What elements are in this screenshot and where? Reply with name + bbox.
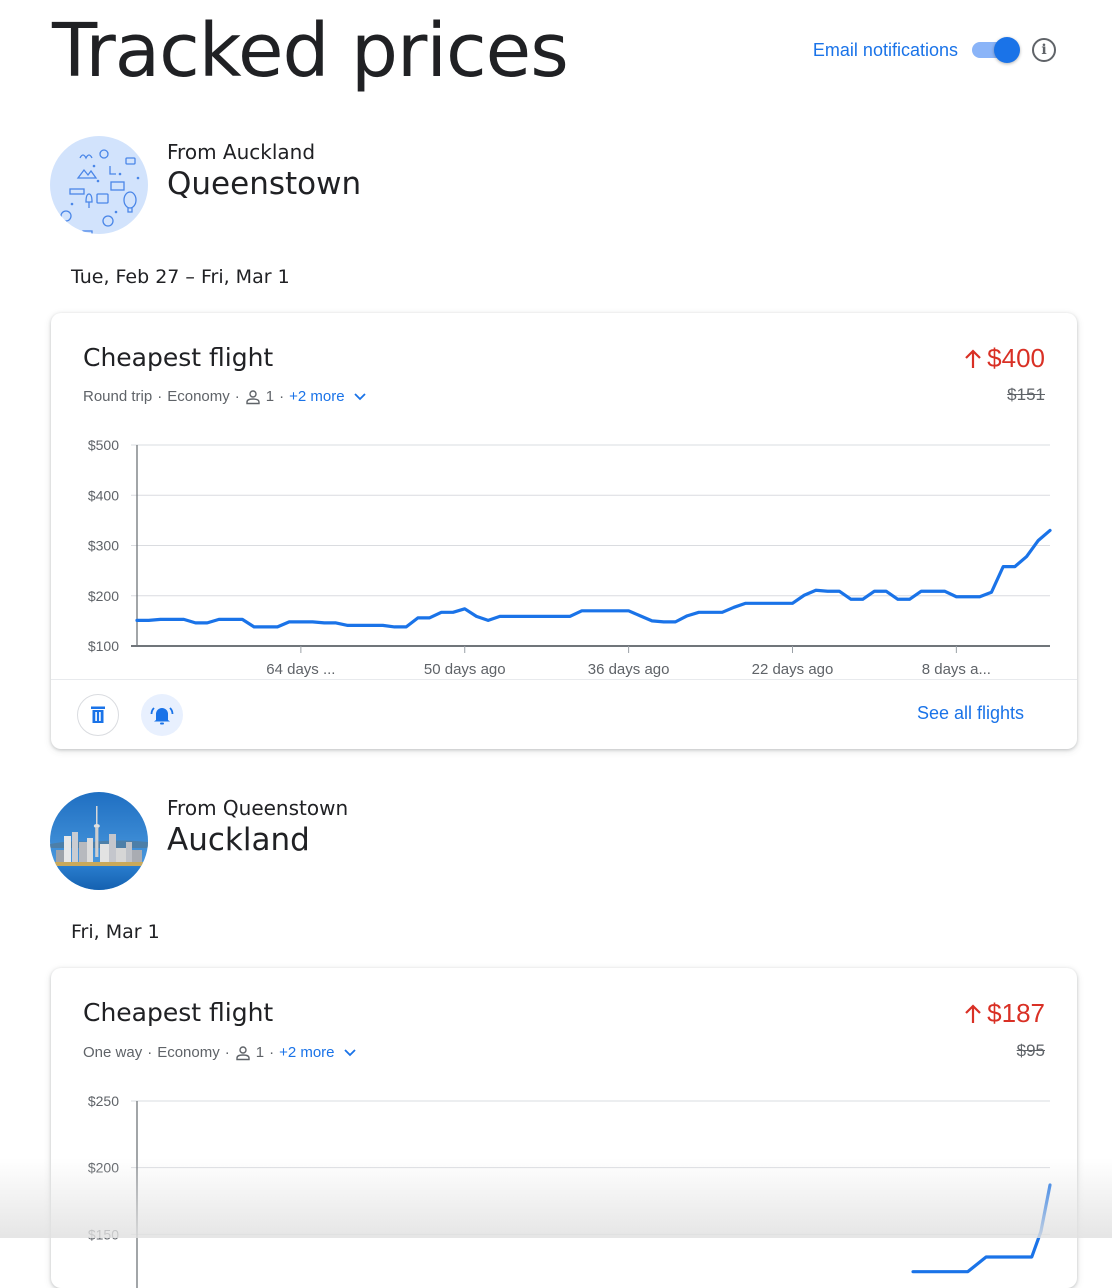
email-notifications-toggle[interactable]: [970, 36, 1020, 64]
x-tick-label: 64 days ...: [266, 661, 335, 678]
tracked-route-header: From Auckland Queenstown: [50, 136, 361, 234]
price-alert-button[interactable]: [141, 694, 183, 736]
tracked-route-header: From Queenstown Auckland: [50, 792, 348, 890]
y-tick-label: $200: [88, 1160, 119, 1176]
route-origin: From Queenstown: [167, 796, 348, 820]
x-tick-label: 8 days a...: [922, 661, 991, 678]
price-history-chart: $100 $200 $300 $400 $500 64 days ... 50 days a…: [51, 313, 1077, 683]
destination-avatar: [50, 136, 148, 234]
x-tick-label: 50 days ago: [424, 661, 506, 678]
toggle-thumb: [994, 37, 1020, 63]
price-line: [137, 530, 1050, 626]
see-all-flights-link[interactable]: See all flights: [917, 703, 1024, 724]
price-line: [913, 1185, 1050, 1272]
y-tick-label: $150: [88, 1226, 119, 1242]
info-icon[interactable]: i: [1032, 38, 1056, 62]
y-tick-label: $300: [88, 538, 119, 554]
y-tick-label: $500: [88, 437, 119, 453]
bell-ringing-icon: [150, 704, 174, 726]
route-destination: Auckland: [167, 822, 348, 858]
card-footer: See all flights: [51, 679, 1077, 749]
page-title: Tracked prices: [52, 8, 568, 94]
delete-button[interactable]: [77, 694, 119, 736]
x-tick-label: 36 days ago: [588, 661, 670, 678]
trash-icon: [89, 705, 107, 725]
city-skyline-image: [50, 792, 148, 890]
y-tick-label: $200: [88, 588, 119, 604]
y-tick-label: $400: [88, 487, 119, 503]
x-tick-label: 22 days ago: [752, 661, 834, 678]
travel-pattern-icon: [50, 136, 148, 234]
destination-photo: [50, 792, 148, 890]
route-destination: Queenstown: [167, 166, 361, 202]
travel-dates: Tue, Feb 27 – Fri, Mar 1: [71, 266, 290, 288]
price-tracking-card: Cheapest flight One way · Economy · 1 · …: [51, 968, 1077, 1288]
travel-dates: Fri, Mar 1: [71, 921, 160, 943]
y-tick-label: $100: [88, 638, 119, 654]
route-origin: From Auckland: [167, 140, 361, 164]
email-notifications: Email notifications i: [813, 36, 1056, 64]
price-tracking-card: Cheapest flight Round trip · Economy · 1…: [51, 313, 1077, 749]
price-history-chart: $150 $200 $250: [51, 968, 1077, 1288]
y-tick-label: $250: [88, 1093, 119, 1109]
email-notifications-label: Email notifications: [813, 40, 958, 61]
